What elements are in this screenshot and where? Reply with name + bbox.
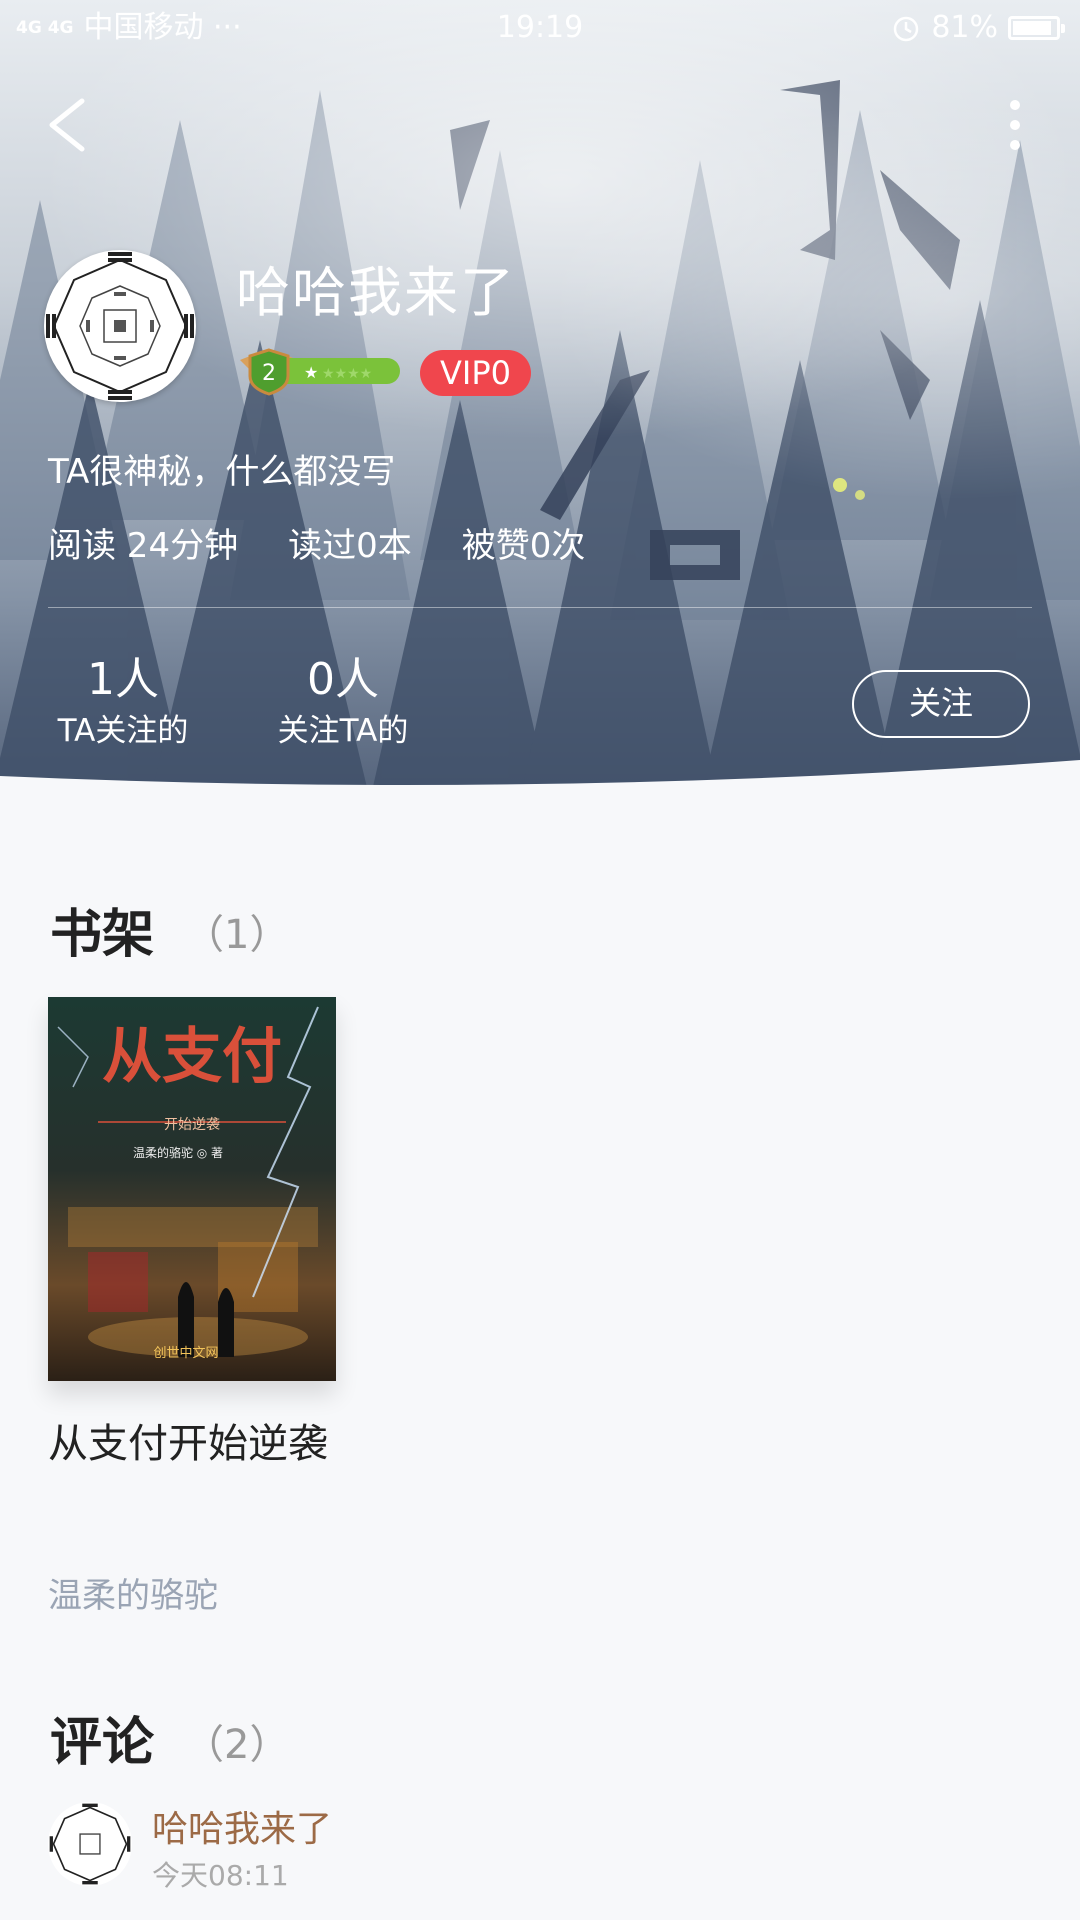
cover-title: 从支付 (102, 1022, 282, 1092)
level-badge: 2 ★ ★★★★ (240, 348, 400, 396)
bagua-avatar-icon (49, 1803, 131, 1885)
back-arrow-icon[interactable] (40, 95, 100, 155)
svg-text:★: ★ (304, 363, 318, 382)
alarm-icon (894, 16, 919, 42)
cover-author: 温柔的骆驼 ◎ 著 (133, 1145, 223, 1160)
followers-label: 关注TA的 (277, 713, 409, 749)
cover-subtitle: 开始逆袭 (164, 1117, 220, 1133)
bio-text: TA很神秘，什么都没写 (48, 452, 396, 492)
avatar[interactable] (44, 250, 196, 402)
bagua-avatar-icon (46, 252, 194, 400)
battery-icon (1008, 16, 1065, 40)
followers-count: 0人 (307, 654, 379, 705)
comment-username[interactable]: 哈哈我来了 (152, 1800, 332, 1852)
vip-badge: VIP0 (420, 350, 531, 396)
reading-stats: 阅读 24分钟 读过0本 被赞0次 (48, 518, 585, 567)
book-author: 温柔的骆驼 (48, 1576, 218, 1616)
battery-percent: 81% (931, 10, 998, 45)
following-label: TA关注的 (57, 713, 189, 749)
followers-stat[interactable]: 0人 关注TA的 (258, 652, 428, 754)
comments-count: （2） (184, 1722, 290, 1768)
book-cover[interactable]: 从支付 开始逆袭 温柔的骆驼 ◎ 著 创世中文网 (48, 997, 336, 1381)
level-number: 2 (262, 361, 276, 386)
more-options-icon[interactable] (990, 95, 1040, 155)
comments-title: 评论 (50, 1712, 155, 1773)
following-count: 1人 (87, 654, 159, 705)
comment-timestamp: 今天08:11 (152, 1859, 289, 1892)
following-stat[interactable]: 1人 TA关注的 (38, 652, 208, 754)
bookshelf-count: （1） (184, 912, 290, 958)
status-bar: 4G 4G 中国移动 ··· 19:19 81% (0, 0, 1080, 56)
book-cover-art: 从支付 开始逆袭 温柔的骆驼 ◎ 著 创世中文网 (48, 997, 336, 1381)
likes-count: 被赞0次 (461, 526, 586, 566)
header-divider (48, 607, 1032, 608)
books-read: 读过0本 (288, 526, 412, 566)
svg-text:★★★★: ★★★★ (322, 366, 372, 382)
username: 哈哈我来了 (236, 261, 516, 324)
cover-publisher: 创世中文网 (153, 1346, 218, 1361)
clock: 19:19 (496, 10, 584, 45)
comment-avatar[interactable] (48, 1802, 132, 1886)
read-time: 阅读 24分钟 (48, 526, 239, 566)
bookshelf-title: 书架 (50, 904, 155, 965)
book-title[interactable]: 从支付开始逆袭 (48, 1412, 338, 1476)
follow-button[interactable]: 关注 (852, 670, 1030, 738)
